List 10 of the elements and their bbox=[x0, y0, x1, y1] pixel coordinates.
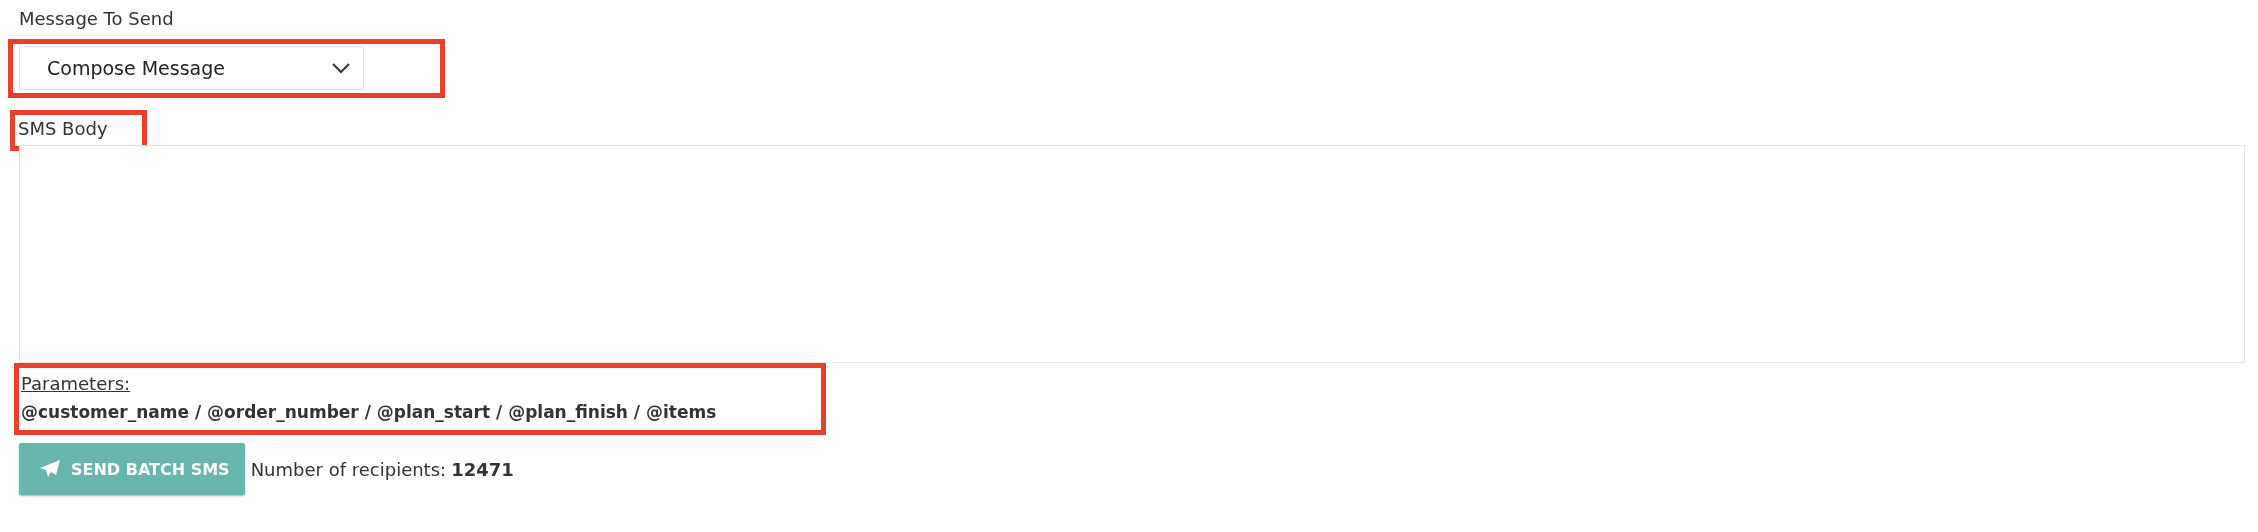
parameters-list: @customer_name / @order_number / @plan_start / @plan_finish / @items bbox=[21, 398, 817, 426]
recipients-label: Number of recipients: bbox=[250, 458, 447, 480]
chevron-down-icon bbox=[331, 62, 351, 74]
parameters-label: Parameters: bbox=[21, 372, 132, 396]
field-label: Message To Send bbox=[19, 8, 175, 29]
recipients-count: 12471 bbox=[451, 458, 514, 480]
message-select[interactable]: Compose Message bbox=[19, 46, 364, 90]
field-label: SMS Body bbox=[18, 118, 108, 139]
paper-plane-icon bbox=[39, 459, 61, 479]
sms-body-field[interactable] bbox=[19, 145, 2245, 363]
